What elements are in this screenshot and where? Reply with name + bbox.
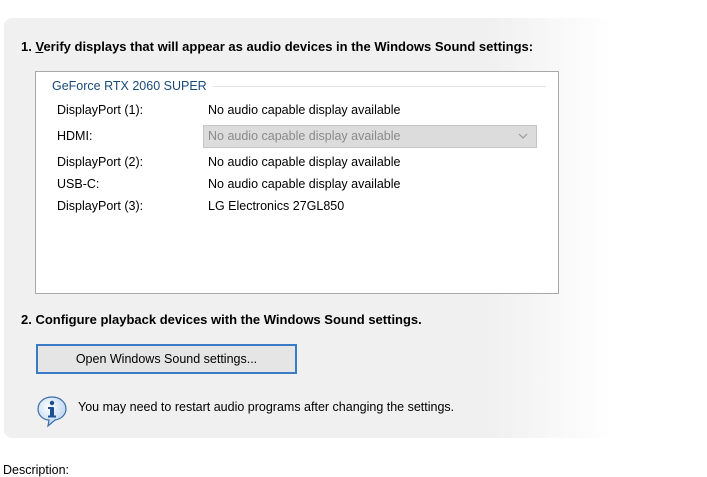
step1-number: 1.	[21, 39, 32, 54]
hdmi-select-value: No audio capable display available	[208, 129, 401, 143]
open-sound-settings-button[interactable]: Open Windows Sound settings...	[36, 344, 297, 374]
step1-heading: 1. Verify displays that will appear as a…	[21, 39, 533, 54]
info-icon	[37, 396, 67, 428]
port-label-displayport-2: DisplayPort (2):	[57, 155, 144, 169]
hdmi-display-select[interactable]: No audio capable display available	[203, 125, 537, 148]
description-label: Description:	[3, 463, 69, 477]
port-label-hdmi: HDMI:	[57, 129, 93, 143]
port-label-usb-c: USB-C:	[57, 177, 100, 191]
port-value-displayport-3: LG Electronics 27GL850	[208, 199, 345, 213]
step1-text: erify displays that will appear as audio…	[43, 39, 534, 54]
step2-heading: 2. Configure playback devices with the W…	[21, 312, 422, 327]
chevron-down-icon	[518, 133, 528, 139]
restart-info-text: You may need to restart audio programs a…	[78, 400, 455, 414]
port-label-displayport-1: DisplayPort (1):	[57, 103, 144, 117]
port-label-displayport-3: DisplayPort (3):	[57, 199, 144, 213]
port-value-usb-c: No audio capable display available	[208, 177, 401, 191]
port-value-displayport-2: No audio capable display available	[208, 155, 401, 169]
gpu-title: GeForce RTX 2060 SUPER	[52, 79, 213, 93]
port-value-displayport-1: No audio capable display available	[208, 103, 401, 117]
